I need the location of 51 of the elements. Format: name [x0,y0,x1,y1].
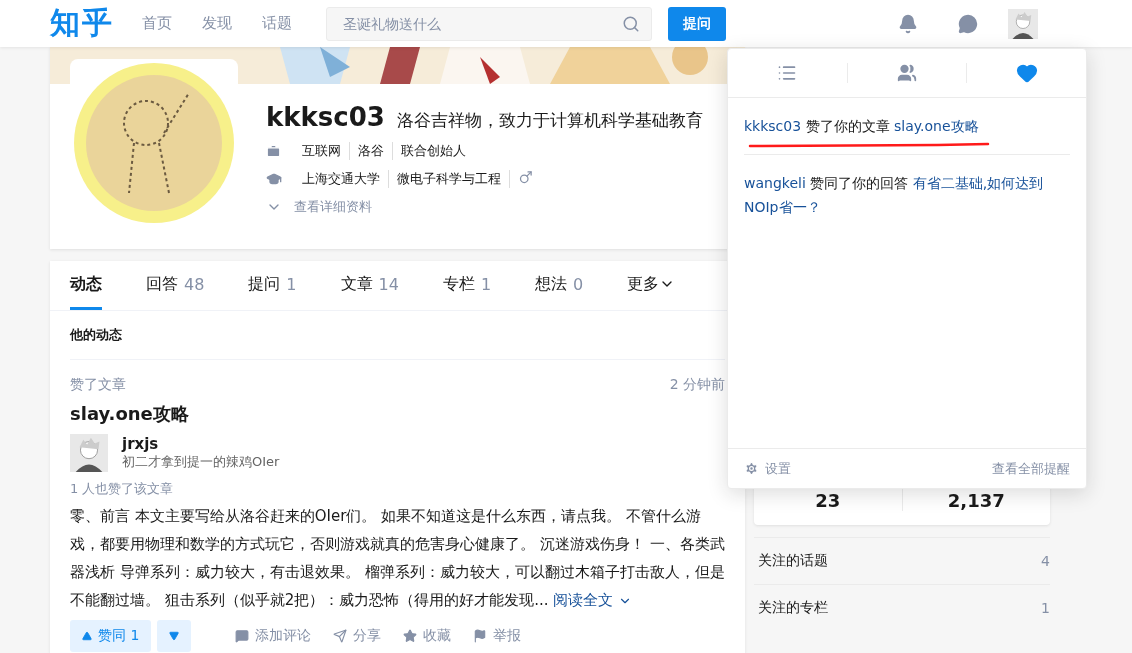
logo[interactable]: 知乎 [50,3,114,44]
activity-time: 2 分钟前 [669,376,725,394]
article-title[interactable]: slay.one攻略 [70,402,725,426]
stat-number: 23 [815,490,841,511]
profile-tab[interactable]: 动态 [70,261,102,310]
male-symbol-icon [518,170,533,185]
search-field[interactable]: 圣诞礼物送什么 [326,6,652,41]
education-info: 微电子科学与工程 [388,170,509,188]
work-info: 洛谷 [349,142,392,160]
profile-tab[interactable]: 想法 0 [535,261,584,310]
bell-icon[interactable] [898,13,918,34]
user-link[interactable]: wangkeli [744,175,806,191]
work-info: 联合创始人 [392,142,474,160]
list-icon [777,63,798,83]
graduation-cap-icon [266,171,282,187]
profile-tab[interactable]: 文章 14 [340,261,399,310]
profile-headline: 洛谷吉祥物，致力于计算机科学基础教育 [396,109,703,132]
down-triangle-icon [169,631,180,641]
profile-tab[interactable]: 回答 48 [146,261,205,310]
read-more-link[interactable]: 阅读全文 [553,591,633,609]
profile-tab[interactable]: 提问 1 [248,261,297,310]
star-icon [403,629,418,643]
speech-bubble-icon [235,629,250,643]
section-heading: 他的动态 [70,311,725,360]
author-bio: 初二才拿到提一的辣鸡OIer [122,453,280,471]
stat-number: 2,137 [947,490,1005,511]
heart-icon [1015,62,1038,84]
people-icon [897,63,917,83]
sidebar-row[interactable]: 关注的话题 4 [754,537,1050,584]
notification-text: wangkeli 赞同了你的回答 有省二基础,如何达到NOIp省一？ [744,175,1044,215]
up-triangle-icon [82,631,92,641]
flag-icon [473,629,488,643]
gear-icon [744,461,759,476]
profile-tab[interactable]: 更多 [627,261,676,310]
briefcase-icon [266,143,281,159]
likes-note: 1 人也赞了该文章 [70,480,175,498]
work-info: 互联网 [301,142,342,160]
user-link[interactable]: kkksc03 [744,118,802,134]
profile-name: kkksc03 [266,102,385,132]
notification-text: kkksc03 赞了你的文章 slay.one攻略 [744,118,979,134]
article-excerpt: 零、前言 本文主要写给从洛谷赶来的OIer们。 如果不知道这是什么东西，请点我。 不管什么游戏，都要用物理和数学的方式玩它，否则游戏就真的危害身心健康了。 沉迷游戏伤身！ 一、各类武器浅析 导弹系列：威力较大，有击退效果。 榴弹系列：威力较大，可以翻过木箱子打击敌人，但是不能翻过墙。 狙击系列（似乎就2把）：威力恐怖（得用的好才能发现... 阅读全文 [70,506,725,611]
search-icon[interactable] [622,14,640,33]
downvote-button[interactable] [157,620,192,652]
ask-button[interactable]: 提问 [668,6,726,41]
author-name[interactable]: jrxjs [122,435,280,453]
chat-icon[interactable] [958,13,978,34]
education-info: 上海交通大学 [301,170,381,188]
activity-type: 赞了文章 [70,376,126,394]
profile-tab[interactable]: 专栏 1 [442,261,492,310]
sidebar-row[interactable]: 关注的专栏 1 [754,584,1050,631]
paper-plane-icon [333,629,348,643]
